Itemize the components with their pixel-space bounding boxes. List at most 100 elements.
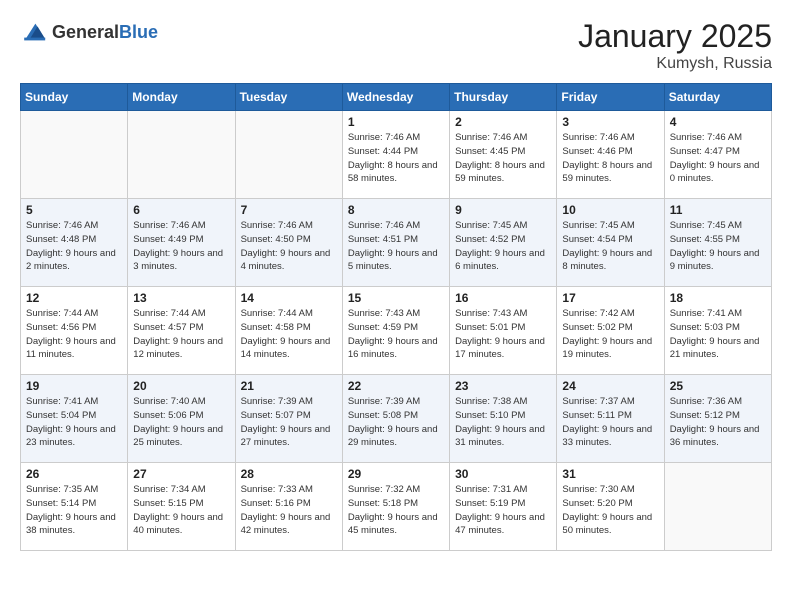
day-info: Sunrise: 7:45 AMSunset: 4:52 PMDaylight:… <box>455 219 551 274</box>
day-cell <box>128 111 235 199</box>
logo-text: GeneralBlue <box>52 22 158 43</box>
day-number: 22 <box>348 379 444 393</box>
day-number: 13 <box>133 291 229 305</box>
day-cell: 22Sunrise: 7:39 AMSunset: 5:08 PMDayligh… <box>342 375 449 463</box>
day-cell: 20 Sunrise: 7:40 AMSunset: 5:06 PMDayligh… <box>128 375 235 463</box>
day-number: 26 <box>26 467 122 481</box>
day-cell: 11Sunrise: 7:45 AMSunset: 4:55 PMDayligh… <box>664 199 771 287</box>
day-info: Sunrise: 7:30 AMSunset: 5:20 PMDaylight:… <box>562 483 658 538</box>
day-number: 23 <box>455 379 551 393</box>
day-cell: 10Sunrise: 7:45 AMSunset: 4:54 PMDayligh… <box>557 199 664 287</box>
day-cell: 1 Sunrise: 7:46 AMSunset: 4:44 PMDaylight… <box>342 111 449 199</box>
day-cell: 27 Sunrise: 7:34 AMSunset: 5:15 PMDayligh… <box>128 463 235 551</box>
month-title: January 2025 <box>578 18 772 55</box>
day-cell: 21Sunrise: 7:39 AMSunset: 5:07 PMDayligh… <box>235 375 342 463</box>
day-number: 19 <box>26 379 122 393</box>
day-number: 8 <box>348 203 444 217</box>
day-info: Sunrise: 7:36 AMSunset: 5:12 PMDaylight:… <box>670 395 766 450</box>
day-info: Sunrise: 7:44 AMSunset: 4:57 PMDaylight:… <box>133 307 229 362</box>
day-cell <box>21 111 128 199</box>
day-cell: 3 Sunrise: 7:46 AMSunset: 4:46 PMDaylight… <box>557 111 664 199</box>
day-info: Sunrise: 7:46 AMSunset: 4:44 PMDaylight:… <box>348 131 444 186</box>
day-info: Sunrise: 7:46 AMSunset: 4:45 PMDaylight:… <box>455 131 551 186</box>
day-number: 20 <box>133 379 229 393</box>
col-sunday: Sunday <box>21 84 128 111</box>
day-cell: 2Sunrise: 7:46 AMSunset: 4:45 PMDaylight… <box>450 111 557 199</box>
location-title: Kumysh, Russia <box>578 55 772 73</box>
day-number: 6 <box>133 203 229 217</box>
day-info: Sunrise: 7:44 AMSunset: 4:58 PMDaylight:… <box>241 307 337 362</box>
day-number: 4 <box>670 115 766 129</box>
day-cell: 6 Sunrise: 7:46 AMSunset: 4:49 PMDaylight… <box>128 199 235 287</box>
day-info: Sunrise: 7:40 AMSunset: 5:06 PMDaylight:… <box>133 395 229 450</box>
col-saturday: Saturday <box>664 84 771 111</box>
week-row-4: 19 Sunrise: 7:41 AMSunset: 5:04 PMDayligh… <box>21 375 772 463</box>
day-cell: 24Sunrise: 7:37 AMSunset: 5:11 PMDayligh… <box>557 375 664 463</box>
day-info: Sunrise: 7:33 AMSunset: 5:16 PMDaylight:… <box>241 483 337 538</box>
week-row-2: 5 Sunrise: 7:46 AMSunset: 4:48 PMDaylight… <box>21 199 772 287</box>
day-number: 11 <box>670 203 766 217</box>
day-number: 25 <box>670 379 766 393</box>
day-info: Sunrise: 7:44 AMSunset: 4:56 PMDaylight:… <box>26 307 122 362</box>
day-cell: 16Sunrise: 7:43 AMSunset: 5:01 PMDayligh… <box>450 287 557 375</box>
day-info: Sunrise: 7:46 AMSunset: 4:51 PMDaylight:… <box>348 219 444 274</box>
day-cell: 7 Sunrise: 7:46 AMSunset: 4:50 PMDaylight… <box>235 199 342 287</box>
day-cell: 18Sunrise: 7:41 AMSunset: 5:03 PMDayligh… <box>664 287 771 375</box>
day-info: Sunrise: 7:43 AMSunset: 5:01 PMDaylight:… <box>455 307 551 362</box>
logo: GeneralBlue <box>20 18 158 46</box>
day-cell: 19 Sunrise: 7:41 AMSunset: 5:04 PMDayligh… <box>21 375 128 463</box>
week-row-1: 1 Sunrise: 7:46 AMSunset: 4:44 PMDaylight… <box>21 111 772 199</box>
col-friday: Friday <box>557 84 664 111</box>
day-number: 21 <box>241 379 337 393</box>
day-cell: 13 Sunrise: 7:44 AMSunset: 4:57 PMDayligh… <box>128 287 235 375</box>
day-number: 12 <box>26 291 122 305</box>
day-number: 3 <box>562 115 658 129</box>
day-cell: 14Sunrise: 7:44 AMSunset: 4:58 PMDayligh… <box>235 287 342 375</box>
day-number: 15 <box>348 291 444 305</box>
day-cell: 9 Sunrise: 7:45 AMSunset: 4:52 PMDaylight… <box>450 199 557 287</box>
day-number: 1 <box>348 115 444 129</box>
weekday-row: Sunday Monday Tuesday Wednesday Thursday… <box>21 84 772 111</box>
calendar-header: Sunday Monday Tuesday Wednesday Thursday… <box>21 84 772 111</box>
day-cell: 12 Sunrise: 7:44 AMSunset: 4:56 PMDayligh… <box>21 287 128 375</box>
week-row-5: 26 Sunrise: 7:35 AMSunset: 5:14 PMDayligh… <box>21 463 772 551</box>
day-info: Sunrise: 7:46 AMSunset: 4:49 PMDaylight:… <box>133 219 229 274</box>
day-info: Sunrise: 7:31 AMSunset: 5:19 PMDaylight:… <box>455 483 551 538</box>
day-info: Sunrise: 7:46 AMSunset: 4:50 PMDaylight:… <box>241 219 337 274</box>
day-info: Sunrise: 7:38 AMSunset: 5:10 PMDaylight:… <box>455 395 551 450</box>
day-info: Sunrise: 7:34 AMSunset: 5:15 PMDaylight:… <box>133 483 229 538</box>
logo-general: General <box>52 22 119 42</box>
week-row-3: 12 Sunrise: 7:44 AMSunset: 4:56 PMDayligh… <box>21 287 772 375</box>
day-cell: 30 Sunrise: 7:31 AMSunset: 5:19 PMDayligh… <box>450 463 557 551</box>
page: GeneralBlue January 2025 Kumysh, Russia … <box>0 0 792 567</box>
day-info: Sunrise: 7:46 AMSunset: 4:48 PMDaylight:… <box>26 219 122 274</box>
day-number: 7 <box>241 203 337 217</box>
day-cell: 26 Sunrise: 7:35 AMSunset: 5:14 PMDayligh… <box>21 463 128 551</box>
day-cell: 28 Sunrise: 7:33 AMSunset: 5:16 PMDayligh… <box>235 463 342 551</box>
day-info: Sunrise: 7:42 AMSunset: 5:02 PMDaylight:… <box>562 307 658 362</box>
day-info: Sunrise: 7:37 AMSunset: 5:11 PMDaylight:… <box>562 395 658 450</box>
day-cell: 4Sunrise: 7:46 AMSunset: 4:47 PMDaylight… <box>664 111 771 199</box>
day-cell: 8 Sunrise: 7:46 AMSunset: 4:51 PMDaylight… <box>342 199 449 287</box>
day-info: Sunrise: 7:32 AMSunset: 5:18 PMDaylight:… <box>348 483 444 538</box>
calendar-body: 1 Sunrise: 7:46 AMSunset: 4:44 PMDaylight… <box>21 111 772 551</box>
day-number: 27 <box>133 467 229 481</box>
col-wednesday: Wednesday <box>342 84 449 111</box>
logo-blue: Blue <box>119 22 158 42</box>
day-cell: 17Sunrise: 7:42 AMSunset: 5:02 PMDayligh… <box>557 287 664 375</box>
day-info: Sunrise: 7:35 AMSunset: 5:14 PMDaylight:… <box>26 483 122 538</box>
day-number: 9 <box>455 203 551 217</box>
day-cell: 15Sunrise: 7:43 AMSunset: 4:59 PMDayligh… <box>342 287 449 375</box>
day-cell: 29Sunrise: 7:32 AMSunset: 5:18 PMDayligh… <box>342 463 449 551</box>
day-number: 30 <box>455 467 551 481</box>
day-number: 28 <box>241 467 337 481</box>
day-cell <box>664 463 771 551</box>
day-info: Sunrise: 7:41 AMSunset: 5:04 PMDaylight:… <box>26 395 122 450</box>
col-monday: Monday <box>128 84 235 111</box>
day-info: Sunrise: 7:46 AMSunset: 4:46 PMDaylight:… <box>562 131 658 186</box>
day-cell: 5 Sunrise: 7:46 AMSunset: 4:48 PMDaylight… <box>21 199 128 287</box>
day-cell: 25 Sunrise: 7:36 AMSunset: 5:12 PMDayligh… <box>664 375 771 463</box>
day-number: 5 <box>26 203 122 217</box>
logo-icon <box>20 18 48 46</box>
title-block: January 2025 Kumysh, Russia <box>578 18 772 73</box>
